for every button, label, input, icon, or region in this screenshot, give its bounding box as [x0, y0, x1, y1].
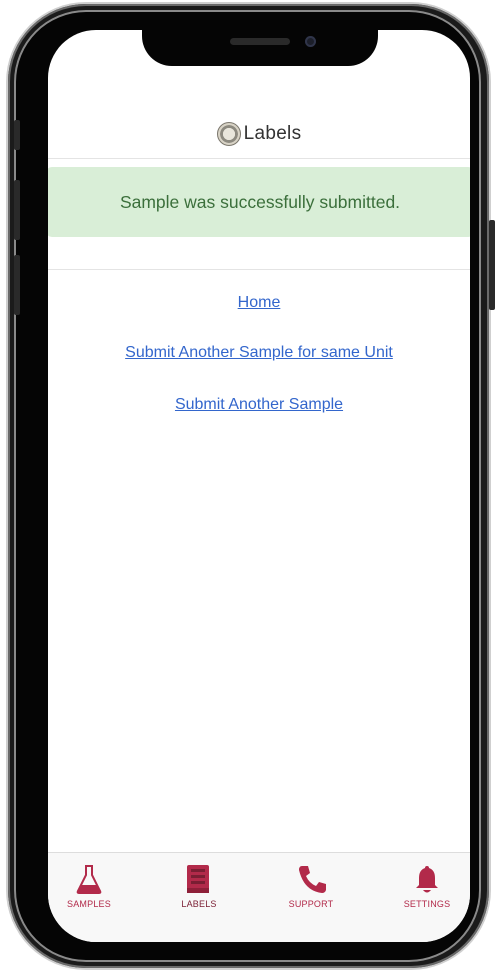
action-links: Home Submit Another Sample for same Unit…	[48, 294, 470, 414]
bottom-tab-bar: SAMPLES LABELS SUPPORT SETTINGS	[48, 852, 470, 942]
page-title: Labels	[243, 123, 302, 144]
header-divider	[48, 158, 470, 159]
submit-same-unit-link[interactable]: Submit Another Sample for same Unit	[48, 344, 470, 362]
flask-icon	[76, 865, 102, 894]
success-banner: Sample was successfully submitted.	[48, 167, 470, 237]
submit-another-link[interactable]: Submit Another Sample	[48, 396, 470, 414]
tab-samples[interactable]: SAMPLES	[48, 863, 134, 909]
phone-icon	[299, 866, 326, 893]
company-seal-icon	[216, 122, 241, 146]
volume-up-button	[14, 180, 20, 240]
success-message: Sample was successfully submitted.	[119, 191, 401, 212]
speaker-grille	[230, 38, 290, 45]
power-button	[489, 220, 495, 310]
app-screen: Labels Sample was successfully submitted…	[48, 30, 470, 942]
tab-label: SAMPLES	[67, 899, 111, 909]
tab-labels[interactable]: LABELS	[154, 863, 244, 909]
tab-label: LABELS	[181, 899, 217, 909]
tab-label: SETTINGS	[403, 899, 451, 909]
mute-switch	[14, 120, 20, 150]
phone-notch	[142, 24, 378, 66]
banner-divider	[48, 269, 470, 270]
bell-icon	[416, 866, 438, 893]
tab-settings[interactable]: SETTINGS	[382, 863, 470, 909]
volume-down-button	[14, 255, 20, 315]
tab-support[interactable]: SUPPORT	[266, 863, 356, 909]
tab-label: SUPPORT	[288, 899, 334, 909]
front-camera	[305, 36, 316, 47]
home-link[interactable]: Home	[48, 294, 470, 312]
document-icon	[187, 865, 209, 893]
app-header: Labels	[48, 112, 470, 156]
